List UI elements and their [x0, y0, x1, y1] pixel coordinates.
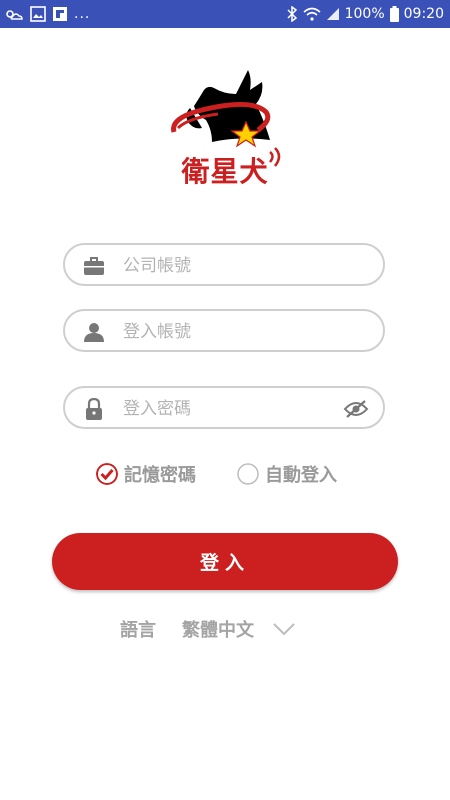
company-account-input[interactable]: [121, 251, 355, 281]
company-account-field[interactable]: [63, 243, 385, 286]
eye-off-icon[interactable]: [343, 398, 369, 420]
login-account-field[interactable]: [63, 309, 385, 352]
remember-password-checkbox[interactable]: 記憶密碼: [96, 461, 196, 487]
language-selector[interactable]: 語言 繁體中文: [120, 616, 296, 642]
chevron-down-icon[interactable]: [272, 622, 296, 636]
weather-icon: [6, 10, 23, 20]
status-bar-notifications: ...: [4, 5, 90, 23]
unchecked-circle-icon: [237, 463, 259, 485]
clock: 09:20: [403, 6, 444, 22]
status-bar-system: 100% 09:20: [286, 5, 444, 23]
flipboard-icon: [53, 7, 67, 21]
briefcase-icon: [84, 257, 104, 275]
login-account-input[interactable]: [121, 317, 355, 347]
battery-percent: 100%: [344, 6, 385, 22]
signal-icon: [326, 8, 339, 20]
language-value[interactable]: 繁體中文: [182, 616, 254, 642]
user-icon: [84, 323, 104, 342]
wifi-icon: [303, 7, 321, 21]
more-notifications-indicator: ...: [74, 6, 91, 22]
login-password-field[interactable]: [63, 386, 385, 429]
checked-circle-icon: [96, 463, 118, 485]
gallery-icon: [30, 6, 46, 22]
lock-icon: [86, 398, 102, 420]
bluetooth-icon: [287, 6, 297, 22]
brand-name: 衛星犬: [181, 155, 269, 188]
login-button[interactable]: 登入: [52, 533, 398, 590]
language-label: 語言: [120, 620, 156, 641]
battery-icon: [389, 6, 399, 22]
remember-password-label: 記憶密碼: [124, 465, 196, 486]
status-bar: ... 100% 09:20: [0, 0, 450, 28]
login-password-input[interactable]: [121, 394, 355, 424]
login-options: 記憶密碼 自動登入: [96, 461, 396, 489]
auto-login-label: 自動登入: [265, 465, 337, 486]
auto-login-checkbox[interactable]: 自動登入: [237, 461, 337, 487]
